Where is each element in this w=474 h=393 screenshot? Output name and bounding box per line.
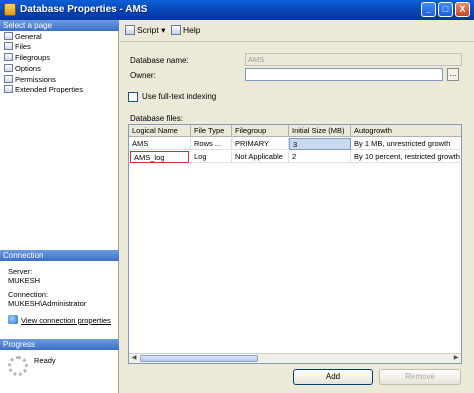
left-pane: Select a page General Files Filegroups O… — [0, 20, 119, 393]
owner-field[interactable] — [245, 68, 443, 81]
database-icon — [4, 3, 16, 16]
page-permissions[interactable]: Permissions — [4, 75, 56, 85]
script-button[interactable]: Script ▾ — [125, 25, 165, 36]
progress-header: Progress — [0, 339, 119, 350]
database-files-label: Database files: — [130, 114, 183, 123]
column-header[interactable]: Autogrowth — [351, 125, 461, 137]
script-label: Script — [137, 25, 159, 35]
page-icon — [4, 64, 13, 72]
page-options[interactable]: Options — [4, 64, 41, 74]
page-icon — [4, 32, 13, 40]
table-cell[interactable]: AMS — [129, 138, 191, 150]
page-filegroups[interactable]: Filegroups — [4, 53, 50, 63]
help-label: Help — [183, 25, 201, 35]
page-label: Files — [15, 42, 31, 51]
fulltext-indexing-label: Use full-text indexing — [142, 92, 217, 101]
script-icon — [125, 25, 135, 35]
column-header[interactable]: Filegroup — [232, 125, 289, 137]
help-icon — [171, 25, 181, 35]
owner-browse-button[interactable]: ... — [447, 68, 459, 81]
minimize-button[interactable]: _ — [421, 2, 436, 17]
add-button[interactable]: Add — [293, 369, 373, 385]
remove-button[interactable]: Remove — [379, 369, 461, 385]
table-cell[interactable]: Rows ... — [191, 138, 232, 150]
scroll-left-icon[interactable]: ◀ — [129, 354, 139, 363]
owner-label: Owner: — [130, 71, 156, 80]
toolbar: Script ▾ Help — [120, 20, 474, 42]
column-header[interactable]: File Type — [191, 125, 232, 137]
page-files[interactable]: Files — [4, 42, 31, 52]
scroll-right-icon[interactable]: ▶ — [451, 354, 461, 363]
table-cell[interactable]: Not Applicable — [232, 151, 289, 163]
progress-status: Ready — [34, 356, 56, 365]
column-header[interactable]: Initial Size (MB) — [289, 125, 351, 137]
page-label: Filegroups — [15, 53, 51, 62]
page-label: Extended Properties — [15, 85, 83, 94]
page-label: General — [15, 32, 42, 41]
page-icon — [4, 85, 13, 93]
column-header[interactable]: Logical Name — [129, 125, 191, 137]
table-cell[interactable]: PRIMARY — [232, 138, 289, 150]
horizontal-scrollbar[interactable]: ◀ ▶ — [129, 353, 461, 363]
table-cell[interactable]: AMS_log — [130, 151, 189, 163]
table-cell[interactable]: By 10 percent, restricted growth t — [351, 151, 461, 163]
table-cell[interactable]: 2 — [289, 151, 351, 163]
table-cell[interactable]: Log — [191, 151, 232, 163]
connection-header: Connection — [0, 250, 119, 261]
fulltext-indexing-checkbox[interactable] — [128, 92, 138, 102]
view-connection-properties-link[interactable]: View connection properties — [8, 315, 111, 325]
server-value: MUKESH — [8, 276, 41, 285]
database-files-grid[interactable]: Logical Name File Type Filegroup Initial… — [128, 124, 462, 364]
table-cell[interactable]: 3 — [289, 138, 351, 150]
table-cell[interactable]: By 1 MB, unrestricted growth — [351, 138, 461, 150]
page-icon — [4, 42, 13, 50]
page-label: Permissions — [15, 75, 56, 84]
chevron-down-icon: ▾ — [161, 25, 166, 35]
connection-value: MUKESH\Administrator — [8, 299, 87, 308]
title-bar: Database Properties - AMS _ □ X — [0, 0, 474, 20]
select-page-header: Select a page — [0, 20, 119, 31]
page-icon — [4, 75, 13, 83]
page-extended-properties[interactable]: Extended Properties — [4, 85, 83, 95]
progress-spinner-icon — [8, 356, 28, 376]
help-button[interactable]: Help — [171, 25, 200, 35]
page-general[interactable]: General — [4, 32, 42, 42]
server-label: Server: — [8, 267, 33, 276]
maximize-button[interactable]: □ — [438, 2, 453, 17]
database-name-field[interactable]: AMS — [245, 53, 462, 66]
database-name-label: Database name: — [130, 56, 189, 65]
close-button[interactable]: X — [455, 2, 470, 17]
window-title: Database Properties - AMS — [20, 4, 148, 15]
files-page-content: Database name: AMS Owner: ... Use full-t… — [120, 42, 474, 393]
view-connection-properties-label: View connection properties — [21, 316, 111, 325]
page-icon — [4, 53, 13, 61]
scrollbar-thumb[interactable] — [140, 355, 258, 362]
connection-icon — [8, 315, 18, 324]
page-label: Options — [15, 64, 41, 73]
connection-label: Connection: — [8, 290, 49, 299]
